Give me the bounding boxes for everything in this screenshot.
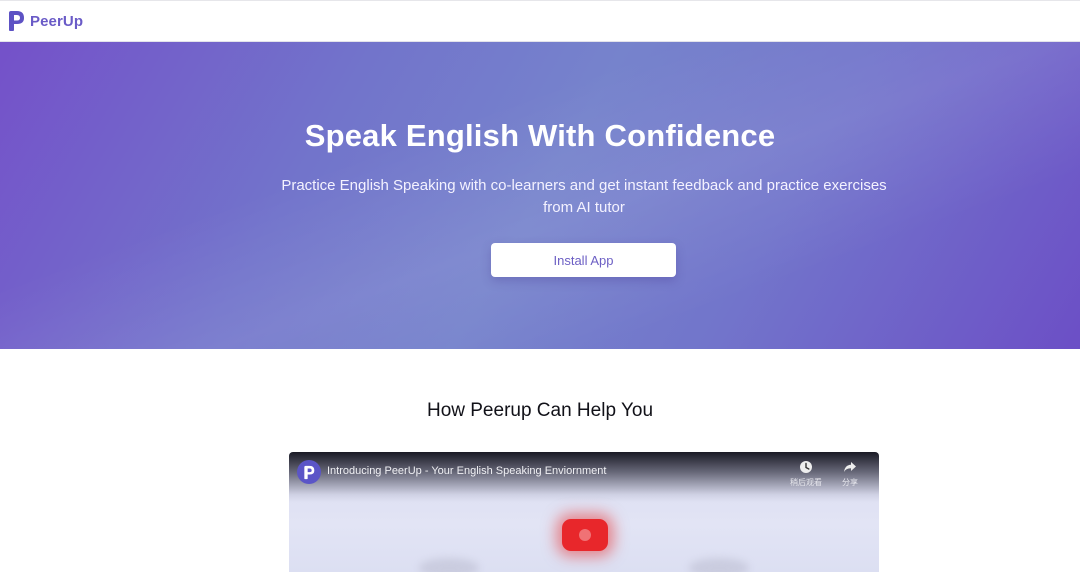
peerup-logo-icon: [9, 11, 24, 31]
hero-subtitle: Practice English Speaking with co-learne…: [281, 177, 887, 216]
watch-later-label: 稍后观看: [790, 478, 822, 487]
play-button-icon[interactable]: [562, 519, 608, 551]
share-label: 分享: [842, 478, 858, 487]
video-frame-blur: [419, 558, 479, 572]
play-button-center: [579, 529, 591, 541]
brand-home-link[interactable]: PeerUp: [7, 9, 83, 33]
hero-title: Speak English With Confidence: [304, 118, 776, 153]
share-button[interactable]: 分享: [830, 460, 870, 488]
channel-avatar[interactable]: [297, 460, 321, 484]
section-title: How Peerup Can Help You: [426, 400, 654, 421]
install-app-button[interactable]: Install App: [491, 243, 676, 277]
brand-name: PeerUp: [30, 12, 84, 30]
video-embed[interactable]: Introducing PeerUp - Your English Speaki…: [289, 452, 879, 572]
clock-icon: [800, 461, 812, 473]
video-frame-blur: [689, 558, 749, 572]
top-navbar: PeerUp: [0, 0, 1080, 42]
peerup-logo-icon: [304, 465, 315, 479]
video-title[interactable]: Introducing PeerUp - Your English Speaki…: [327, 465, 606, 477]
share-arrow-icon: [844, 462, 856, 472]
watch-later-button[interactable]: 稍后观看: [786, 460, 826, 488]
hero-section: Speak English With Confidence Practice E…: [0, 42, 1080, 349]
